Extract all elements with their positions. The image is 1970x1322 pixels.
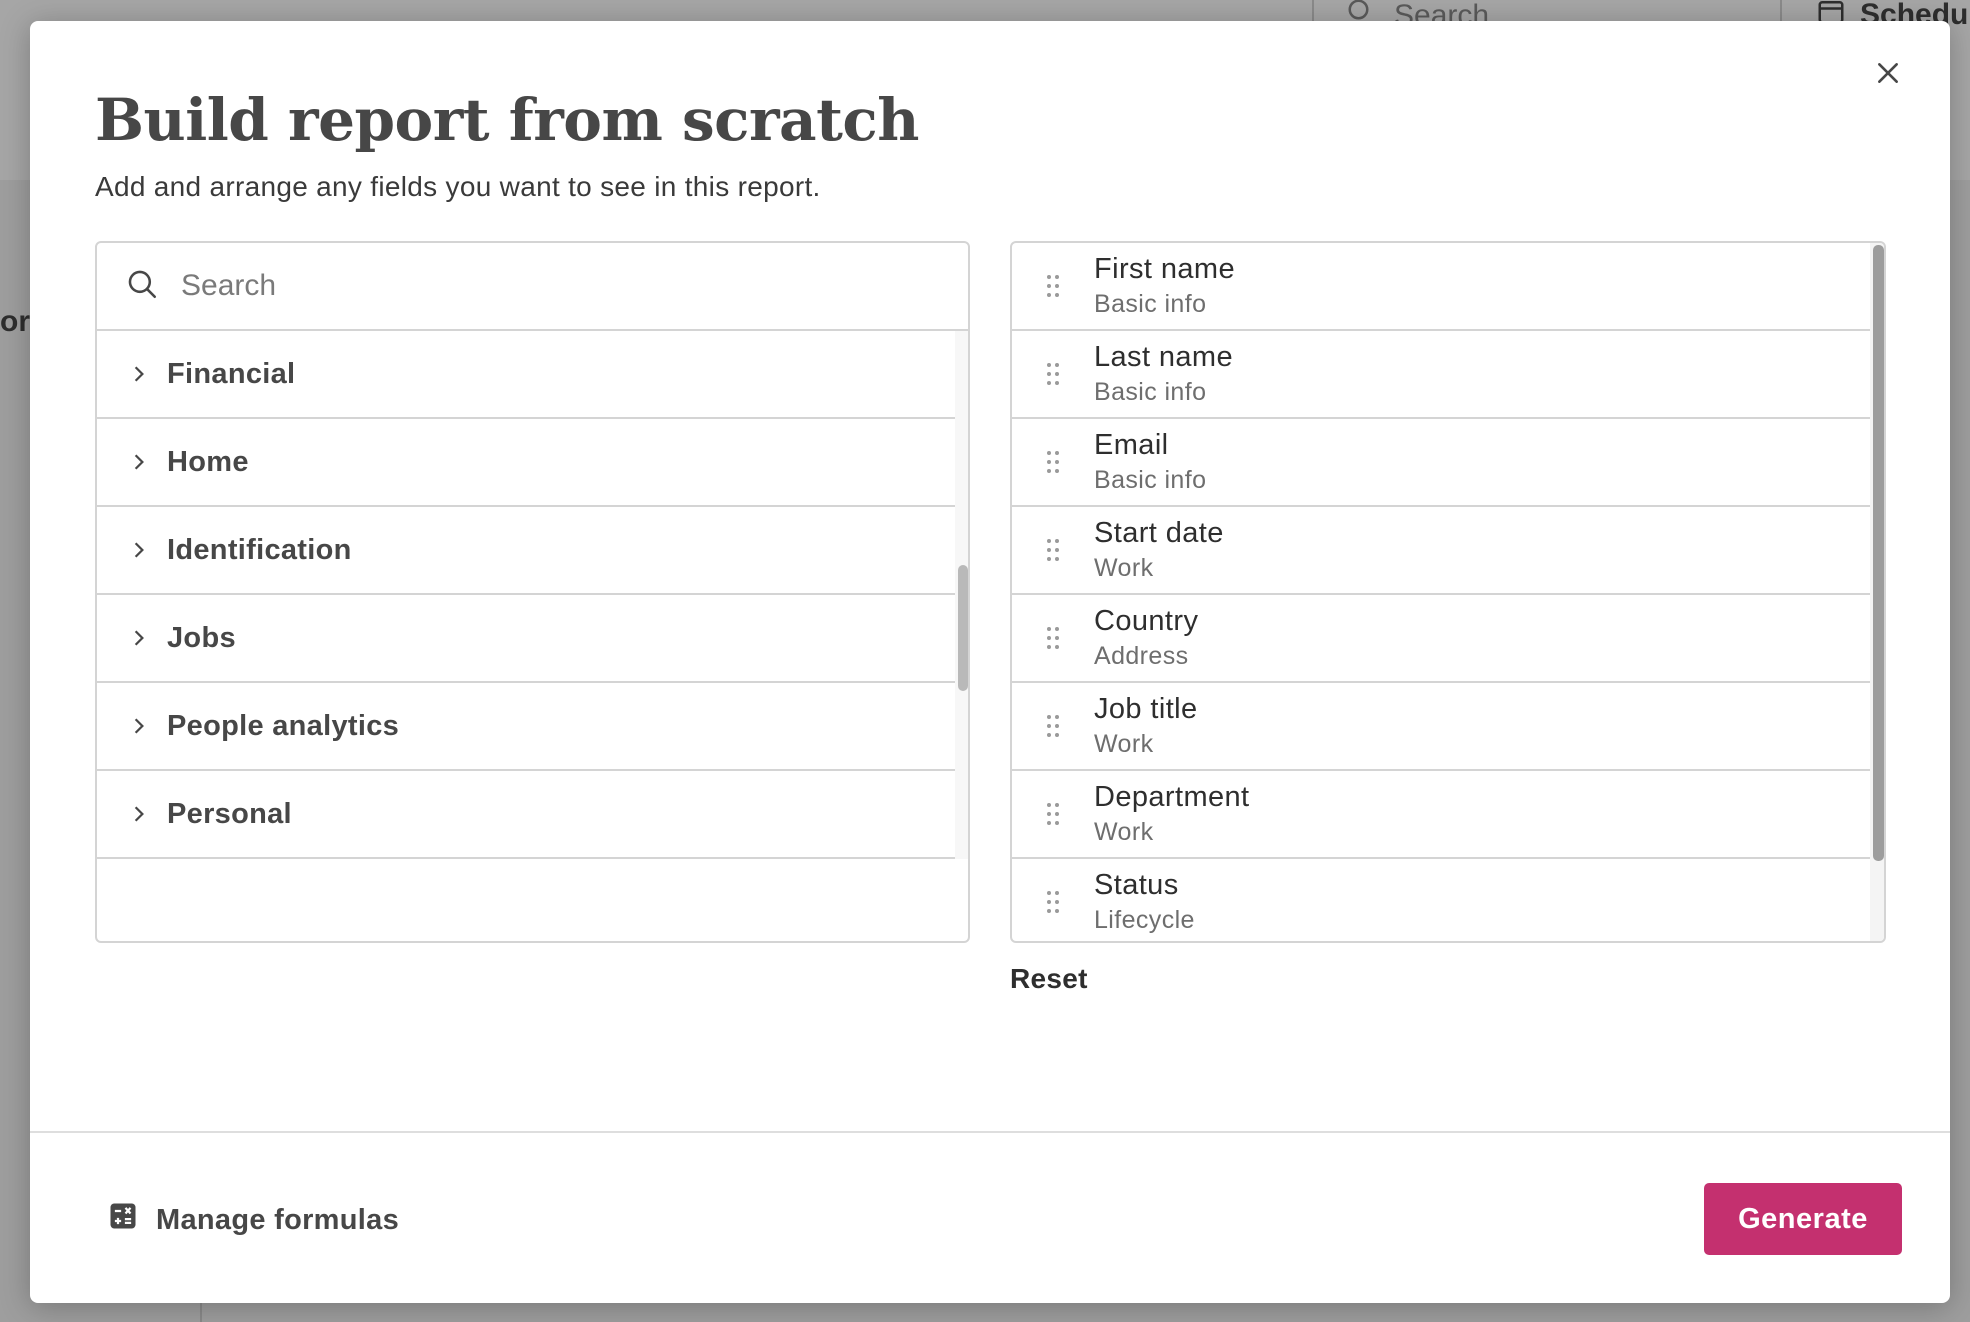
field-group: Work bbox=[1094, 730, 1154, 758]
category-personal[interactable]: Personal bbox=[97, 771, 957, 859]
field-name: Status bbox=[1094, 869, 1179, 901]
chevron-right-icon bbox=[129, 628, 149, 648]
field-name: Email bbox=[1094, 429, 1169, 461]
chevron-right-icon bbox=[129, 716, 149, 736]
selected-fields-panel: First name Basic info Last name Basic in… bbox=[1010, 241, 1886, 943]
close-button[interactable] bbox=[1866, 51, 1910, 95]
build-report-modal: Build report from scratch Add and arrang… bbox=[30, 21, 1950, 1303]
drag-handle-icon[interactable] bbox=[1012, 801, 1094, 827]
selected-field-status[interactable]: Status Lifecycle bbox=[1012, 859, 1872, 941]
category-jobs[interactable]: Jobs bbox=[97, 595, 957, 683]
drag-handle-icon[interactable] bbox=[1012, 713, 1094, 739]
fields-scrollbar-thumb[interactable] bbox=[1873, 245, 1884, 861]
category-label: Jobs bbox=[167, 621, 236, 654]
drag-handle-icon[interactable] bbox=[1012, 449, 1094, 475]
drag-handle-icon[interactable] bbox=[1012, 889, 1094, 915]
generate-button[interactable]: Generate bbox=[1704, 1183, 1902, 1255]
field-group: Lifecycle bbox=[1094, 906, 1195, 934]
page-subtitle: Add and arrange any fields you want to s… bbox=[95, 171, 821, 202]
category-label: Financial bbox=[167, 357, 296, 390]
field-name: Country bbox=[1094, 605, 1199, 637]
page-title: Build report from scratch bbox=[95, 86, 919, 154]
reset-button[interactable]: Reset bbox=[1010, 963, 1088, 995]
selected-field-first-name[interactable]: First name Basic info bbox=[1012, 243, 1872, 331]
search-icon bbox=[125, 267, 159, 306]
drag-handle-icon[interactable] bbox=[1012, 273, 1094, 299]
category-label: Personal bbox=[167, 797, 292, 830]
field-name: Department bbox=[1094, 781, 1250, 813]
field-group: Basic info bbox=[1094, 466, 1207, 494]
manage-formulas-button[interactable]: Manage formulas bbox=[108, 1201, 399, 1239]
background-text-fragment: or bbox=[0, 305, 30, 338]
chevron-right-icon bbox=[129, 540, 149, 560]
close-icon bbox=[1878, 63, 1898, 83]
selected-field-job-title[interactable]: Job title Work bbox=[1012, 683, 1872, 771]
selected-field-last-name[interactable]: Last name Basic info bbox=[1012, 331, 1872, 419]
field-group: Work bbox=[1094, 818, 1154, 846]
field-group: Basic info bbox=[1094, 290, 1207, 318]
calculator-icon bbox=[108, 1201, 138, 1239]
field-name: First name bbox=[1094, 253, 1235, 285]
selected-field-list: First name Basic info Last name Basic in… bbox=[1012, 243, 1872, 941]
field-group: Work bbox=[1094, 554, 1154, 582]
category-home[interactable]: Home bbox=[97, 419, 957, 507]
category-label: People analytics bbox=[167, 709, 400, 742]
category-identification[interactable]: Identification bbox=[97, 507, 957, 595]
field-group: Basic info bbox=[1094, 378, 1207, 406]
category-financial[interactable]: Financial bbox=[97, 331, 957, 419]
chevron-right-icon bbox=[129, 364, 149, 384]
category-label: Home bbox=[167, 445, 249, 478]
background-divider bbox=[200, 1300, 202, 1322]
search-input[interactable] bbox=[181, 269, 881, 303]
selected-field-start-date[interactable]: Start date Work bbox=[1012, 507, 1872, 595]
field-name: Last name bbox=[1094, 341, 1234, 373]
manage-formulas-label: Manage formulas bbox=[156, 1203, 399, 1236]
footer-divider bbox=[30, 1131, 1950, 1133]
field-name: Job title bbox=[1094, 693, 1198, 725]
category-list: Financial Home Identification Jobs Peopl… bbox=[97, 331, 957, 859]
field-name: Start date bbox=[1094, 517, 1224, 549]
chevron-right-icon bbox=[129, 452, 149, 472]
field-category-panel: Financial Home Identification Jobs bbox=[95, 241, 970, 943]
selected-field-department[interactable]: Department Work bbox=[1012, 771, 1872, 859]
category-scrollbar-thumb[interactable] bbox=[958, 565, 968, 691]
selected-field-country[interactable]: Country Address bbox=[1012, 595, 1872, 683]
field-group: Address bbox=[1094, 642, 1189, 670]
selected-field-email[interactable]: Email Basic info bbox=[1012, 419, 1872, 507]
drag-handle-icon[interactable] bbox=[1012, 537, 1094, 563]
category-people-analytics[interactable]: People analytics bbox=[97, 683, 957, 771]
chevron-right-icon bbox=[129, 804, 149, 824]
drag-handle-icon[interactable] bbox=[1012, 625, 1094, 651]
drag-handle-icon[interactable] bbox=[1012, 361, 1094, 387]
search-bar bbox=[97, 243, 968, 331]
category-label: Identification bbox=[167, 533, 352, 566]
